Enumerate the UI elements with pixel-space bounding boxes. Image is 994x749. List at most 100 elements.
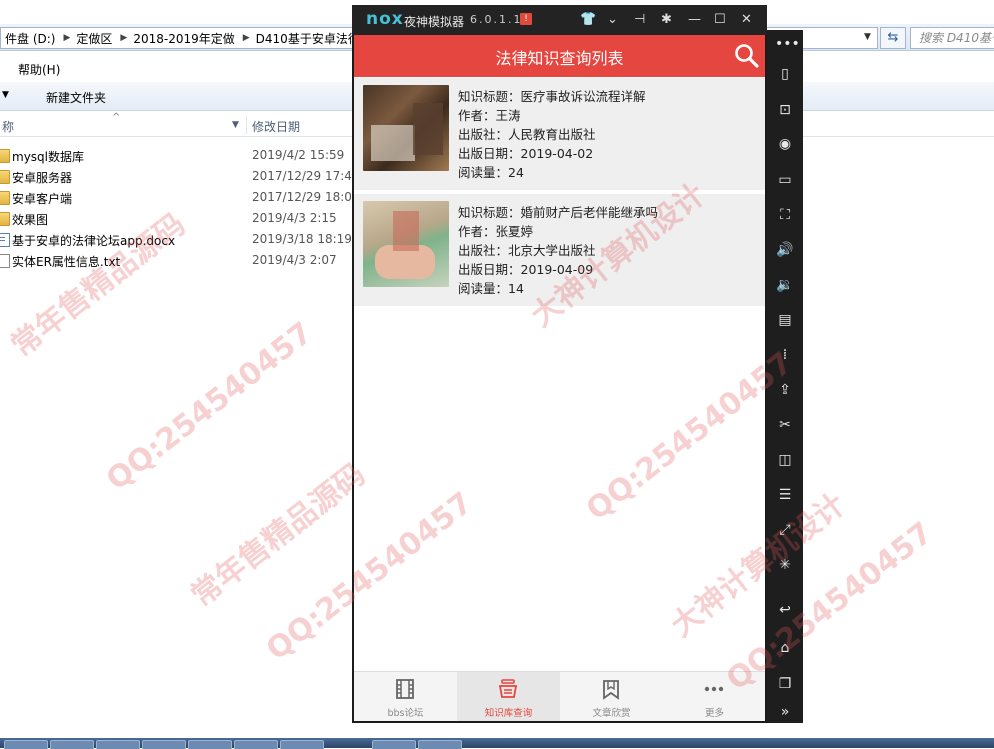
expand-icon[interactable]: » — [775, 702, 795, 722]
app-header: 法律知识查询列表 — [354, 35, 765, 77]
tab-label: 文章欣赏 — [592, 708, 631, 719]
file-name: 安卓客户端 — [12, 192, 73, 206]
tab-label: bbs论坛 — [387, 708, 424, 719]
breadcrumb-item[interactable]: D410基于安卓法律 — [252, 30, 366, 47]
new-folder-button[interactable]: 新建文件夹 — [46, 89, 106, 106]
tab-knowledge[interactable]: 知识库查询 — [457, 672, 560, 721]
file-row[interactable]: 实体ER属性信息.txt 2019/4/3 2:07 — [0, 251, 360, 271]
minimize-icon[interactable]: — — [688, 12, 701, 27]
tab-bbs[interactable]: bbs论坛 — [354, 672, 457, 721]
emulator-name: 夜神模拟器 — [404, 15, 465, 29]
folder-icon — [0, 170, 10, 184]
knowledge-date: 出版日期：2019-04-02 — [458, 146, 594, 161]
tab-label: 知识库查询 — [484, 708, 533, 719]
loading-icon[interactable]: ✳ — [775, 555, 795, 575]
file-name: 效果图 — [12, 213, 49, 227]
more-dots-icon[interactable]: ••• — [775, 34, 800, 54]
toolbox-icon[interactable]: ▤ — [775, 310, 795, 330]
refresh-button[interactable]: ⇆ — [880, 27, 906, 49]
list-item[interactable]: 知识标题：医疗事故诉讼流程详解 作者：王涛 出版社：人民教育出版社 出版日期：2… — [354, 78, 765, 190]
list-item[interactable]: 知识标题：婚前财产后老伴能继承吗 作者：张夏婷 出版社：北京大学出版社 出版日期… — [354, 194, 765, 306]
taskbar — [0, 738, 994, 749]
column-dropdown-icon[interactable]: ▼ — [232, 120, 239, 130]
knowledge-title: 知识标题：婚前财产后老伴能继承吗 — [458, 205, 659, 220]
file-name: 实体ER属性信息.txt — [12, 255, 121, 269]
search-icon[interactable] — [734, 43, 760, 69]
organize-dropdown-icon[interactable]: ▼ — [2, 90, 9, 100]
knowledge-author: 作者：王涛 — [458, 108, 521, 123]
breadcrumb-item[interactable]: 2018-2019年定做 — [129, 30, 240, 47]
file-date: 2017/12/29 17:46 — [252, 169, 360, 183]
knowledge-thumbnail — [363, 201, 449, 287]
apk-icon[interactable]: ⇪ — [775, 380, 795, 400]
multi-instance-icon[interactable]: ◫ — [775, 450, 795, 470]
phone-icon[interactable]: ▯ — [775, 64, 795, 84]
library-icon — [498, 679, 518, 698]
robot-icon[interactable]: ⊡ — [775, 100, 795, 120]
menu-help[interactable]: 帮助(H) — [18, 61, 60, 78]
column-modified-date[interactable]: 修改日期 — [252, 118, 300, 135]
menu-icon[interactable]: ☰ — [775, 485, 795, 505]
location-icon[interactable]: ◉ — [775, 134, 795, 154]
volume-up-icon[interactable]: 🔊 — [775, 240, 795, 260]
recent-apps-icon[interactable]: ❐ — [775, 674, 795, 694]
page-title: 法律知识查询列表 — [495, 49, 624, 68]
knowledge-reads: 阅读量：24 — [458, 165, 524, 180]
shake-icon[interactable]: ⤢ — [775, 520, 795, 540]
shirt-icon[interactable]: 👕 — [580, 12, 596, 27]
column-divider[interactable] — [246, 116, 247, 134]
breadcrumb-arrow-icon: ▶ — [120, 33, 128, 43]
breadcrumb-item[interactable]: 件盘 (D:) — [1, 30, 61, 47]
file-row[interactable]: 基于安卓的法律论坛app.docx 2019/3/18 18:19 — [0, 230, 360, 250]
folder-icon — [0, 191, 10, 205]
volume-down-icon[interactable]: 🔉 — [775, 275, 795, 295]
screen-icon[interactable]: ▭ — [775, 170, 795, 190]
emulator-window: nox 夜神模拟器 6.0.1.1 ! 👕 ⌄ ⊣ ✱ — ☐ ✕ 法律知识查询… — [352, 5, 767, 723]
scissors-icon[interactable]: ✂ — [775, 415, 795, 435]
tab-articles[interactable]: 文章欣赏 — [560, 672, 663, 721]
pin-icon[interactable]: ⊣ — [634, 12, 645, 27]
sort-ascending-icon: ^ — [112, 112, 121, 123]
knowledge-publisher: 出版社：北京大学出版社 — [458, 243, 596, 258]
nox-logo: nox — [366, 9, 404, 29]
tab-more[interactable]: 更多 — [663, 672, 765, 721]
knowledge-thumbnail — [363, 85, 449, 171]
file-date: 2017/12/29 18:00 — [252, 190, 360, 204]
macro-icon[interactable]: ⁞ — [775, 345, 795, 365]
breadcrumb-arrow-icon: ▶ — [242, 33, 250, 43]
tab-label: 更多 — [704, 708, 724, 719]
file-date: 2019/3/18 18:19 — [252, 232, 352, 246]
knowledge-reads: 阅读量：14 — [458, 281, 524, 296]
maximize-icon[interactable]: ☐ — [714, 12, 726, 27]
emulator-titlebar[interactable]: nox 夜神模拟器 6.0.1.1 ! 👕 ⌄ ⊣ ✱ — ☐ ✕ — [352, 5, 767, 35]
fullscreen-icon[interactable]: ⛶ — [775, 205, 795, 225]
more-icon — [704, 686, 724, 692]
knowledge-publisher: 出版社：人民教育出版社 — [458, 127, 596, 142]
file-name: 基于安卓的法律论坛app.docx — [12, 234, 176, 248]
emulator-version: 6.0.1.1 — [470, 13, 523, 26]
address-dropdown-icon[interactable]: ▼ — [864, 32, 871, 42]
file-date: 2019/4/3 2:15 — [252, 211, 337, 225]
close-icon[interactable]: ✕ — [741, 12, 752, 27]
home-icon[interactable]: ⌂ — [775, 638, 795, 658]
file-name: mysql数据库 — [12, 150, 84, 164]
file-row[interactable]: 安卓服务器 2017/12/29 17:46 — [0, 167, 360, 187]
knowledge-title: 知识标题：医疗事故诉讼流程详解 — [458, 89, 646, 104]
word-document-icon — [0, 233, 10, 247]
breadcrumb-item[interactable]: 定做区 — [72, 30, 118, 47]
folder-icon — [0, 212, 10, 226]
alert-icon[interactable]: ! — [520, 13, 532, 25]
file-row[interactable]: mysql数据库 2019/4/2 15:59 — [0, 146, 360, 166]
emulator-sidebar: ••• ▯ ⊡ ◉ ▭ ⛶ 🔊 🔉 ▤ ⁞ ⇪ ✂ ◫ ☰ ⤢ ✳ ↩ ⌂ ❐ … — [767, 30, 803, 723]
file-row[interactable]: 安卓客户端 2017/12/29 18:00 — [0, 188, 360, 208]
knowledge-author: 作者：张夏婷 — [458, 224, 534, 239]
folder-icon — [0, 149, 10, 163]
chevron-down-icon[interactable]: ⌄ — [607, 12, 618, 27]
breadcrumb-arrow-icon: ▶ — [63, 33, 71, 43]
gear-icon[interactable]: ✱ — [661, 12, 672, 27]
search-input[interactable]: 搜索 D410基于 — [910, 27, 994, 49]
column-name[interactable]: 称 — [2, 118, 14, 135]
file-row[interactable]: 效果图 2019/4/3 2:15 — [0, 209, 360, 229]
android-app-screen: 法律知识查询列表 知识标题：医疗事故诉讼流程详解 作者：王涛 出版社：人民教育出… — [354, 35, 765, 721]
back-icon[interactable]: ↩ — [775, 600, 795, 620]
